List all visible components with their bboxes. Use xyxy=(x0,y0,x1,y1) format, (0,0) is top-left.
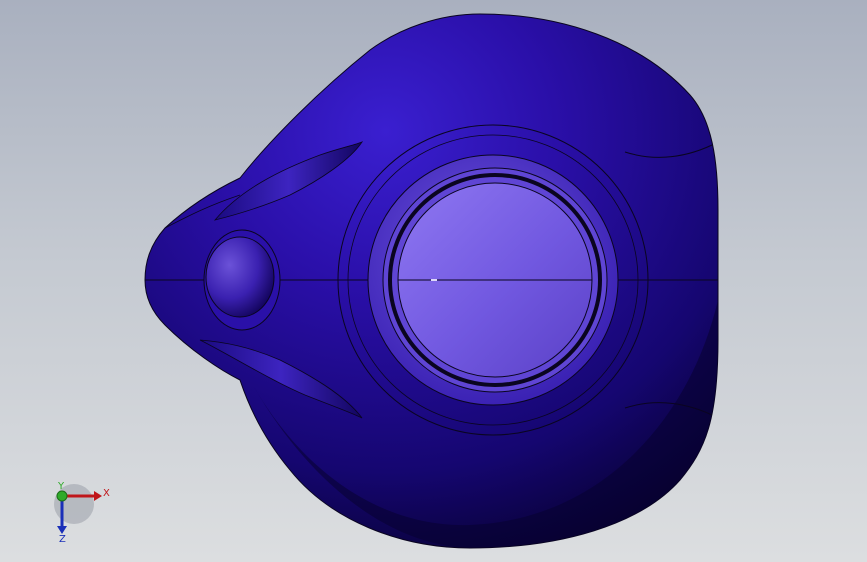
side-hole[interactable] xyxy=(205,236,275,318)
x-axis-arrow xyxy=(94,491,102,501)
cad-viewport[interactable] xyxy=(0,0,867,562)
y-axis-label: Y xyxy=(57,482,65,492)
x-axis-label: X xyxy=(103,488,110,499)
z-axis-label: Z xyxy=(59,534,66,544)
axis-triad: X Z Y xyxy=(54,482,110,544)
y-axis-dot xyxy=(56,490,68,502)
z-axis-arrow xyxy=(57,526,67,534)
